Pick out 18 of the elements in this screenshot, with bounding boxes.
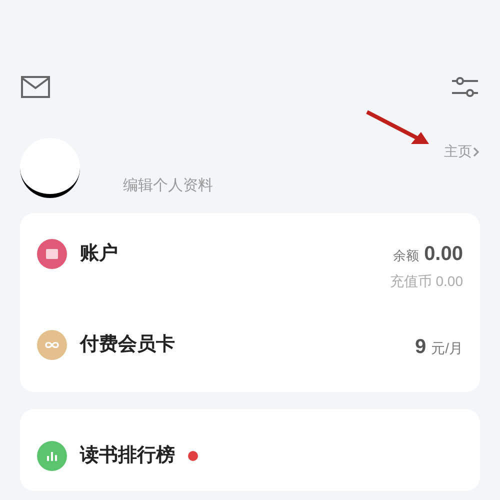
annotation-arrow (365, 110, 431, 146)
mail-icon[interactable] (21, 76, 50, 98)
price-unit: 元/月 (431, 339, 463, 358)
chevron-icon (472, 146, 480, 156)
settings-icon[interactable] (451, 76, 479, 98)
row-label: 账户 (80, 242, 118, 266)
recharge-coins: 充值币 0.00 (390, 272, 463, 291)
menu-row[interactable]: 账户 余额 0.00 充值币 0.00 (37, 239, 463, 292)
bar-chart-icon (37, 441, 67, 471)
row-label: 读书排行榜 (80, 444, 175, 468)
wallet-icon (37, 239, 67, 269)
infinity-icon (37, 330, 67, 360)
price-value: 9 (414, 335, 426, 360)
balance-value: 0.00 (424, 242, 463, 267)
menu-row[interactable]: 付费会员卡 9 元/月 (37, 330, 463, 362)
row-label: 付费会员卡 (80, 332, 175, 357)
balance-label: 余额 (393, 247, 420, 265)
menu-row[interactable]: 读书排行榜 (37, 441, 463, 471)
